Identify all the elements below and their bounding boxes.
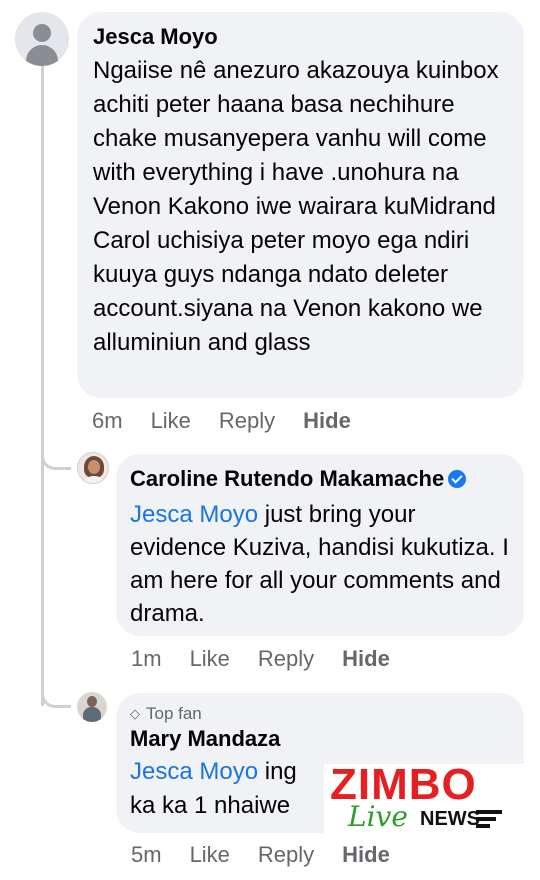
reply-connector: [41, 440, 71, 470]
comment-bubble: Jesca Moyo Ngaiise nê anezuro akazouya k…: [77, 12, 524, 398]
reply-button[interactable]: Reply: [258, 842, 314, 868]
hide-button[interactable]: Hide: [342, 646, 390, 672]
mention-link[interactable]: Jesca Moyo: [130, 758, 258, 785]
default-user-icon: [33, 24, 51, 42]
comment-bubble: Caroline Rutendo Makamache Jesca Moyo ju…: [116, 454, 524, 636]
comment-text: Ngaiise nê anezuro akazouya kuinbox achi…: [93, 57, 499, 356]
mention-link[interactable]: Jesca Moyo: [130, 501, 258, 528]
logo-live-text: Live: [348, 800, 408, 833]
comment-text: Jesca Moyo just bring your evidence Kuzi…: [130, 501, 509, 627]
diamond-icon: ◇: [130, 706, 140, 721]
comment-time[interactable]: 1m: [131, 646, 162, 672]
zimbo-live-news-logo: ZIMBO Live NEWS: [324, 760, 524, 836]
thread-line: [41, 66, 44, 706]
comment-author[interactable]: Jesca Moyo: [93, 24, 510, 50]
hide-button[interactable]: Hide: [342, 842, 390, 868]
comment-actions: 5m Like Reply Hide: [131, 842, 418, 868]
comment-actions: 6m Like Reply Hide: [92, 408, 379, 434]
avatar-mary-mandaza[interactable]: [77, 692, 107, 722]
top-fan-badge: ◇ Top fan: [130, 704, 202, 723]
logo-news-text: NEWS: [420, 808, 480, 830]
comment-author[interactable]: Caroline Rutendo Makamache: [130, 466, 510, 492]
comment-author[interactable]: Mary Mandaza: [130, 725, 510, 753]
hide-button[interactable]: Hide: [303, 408, 351, 434]
logo-bars-icon: [476, 810, 502, 831]
avatar-jesca-moyo[interactable]: [15, 12, 69, 66]
comment-time[interactable]: 6m: [92, 408, 123, 434]
avatar-caroline[interactable]: [77, 452, 109, 484]
verified-badge-icon: [448, 470, 467, 488]
like-button[interactable]: Like: [190, 842, 230, 868]
reply-connector: [41, 680, 71, 708]
reply-button[interactable]: Reply: [258, 646, 314, 672]
like-button[interactable]: Like: [190, 646, 230, 672]
reply-button[interactable]: Reply: [219, 408, 275, 434]
comment-actions: 1m Like Reply Hide: [131, 646, 418, 672]
comment-time[interactable]: 5m: [131, 842, 162, 868]
like-button[interactable]: Like: [151, 408, 191, 434]
